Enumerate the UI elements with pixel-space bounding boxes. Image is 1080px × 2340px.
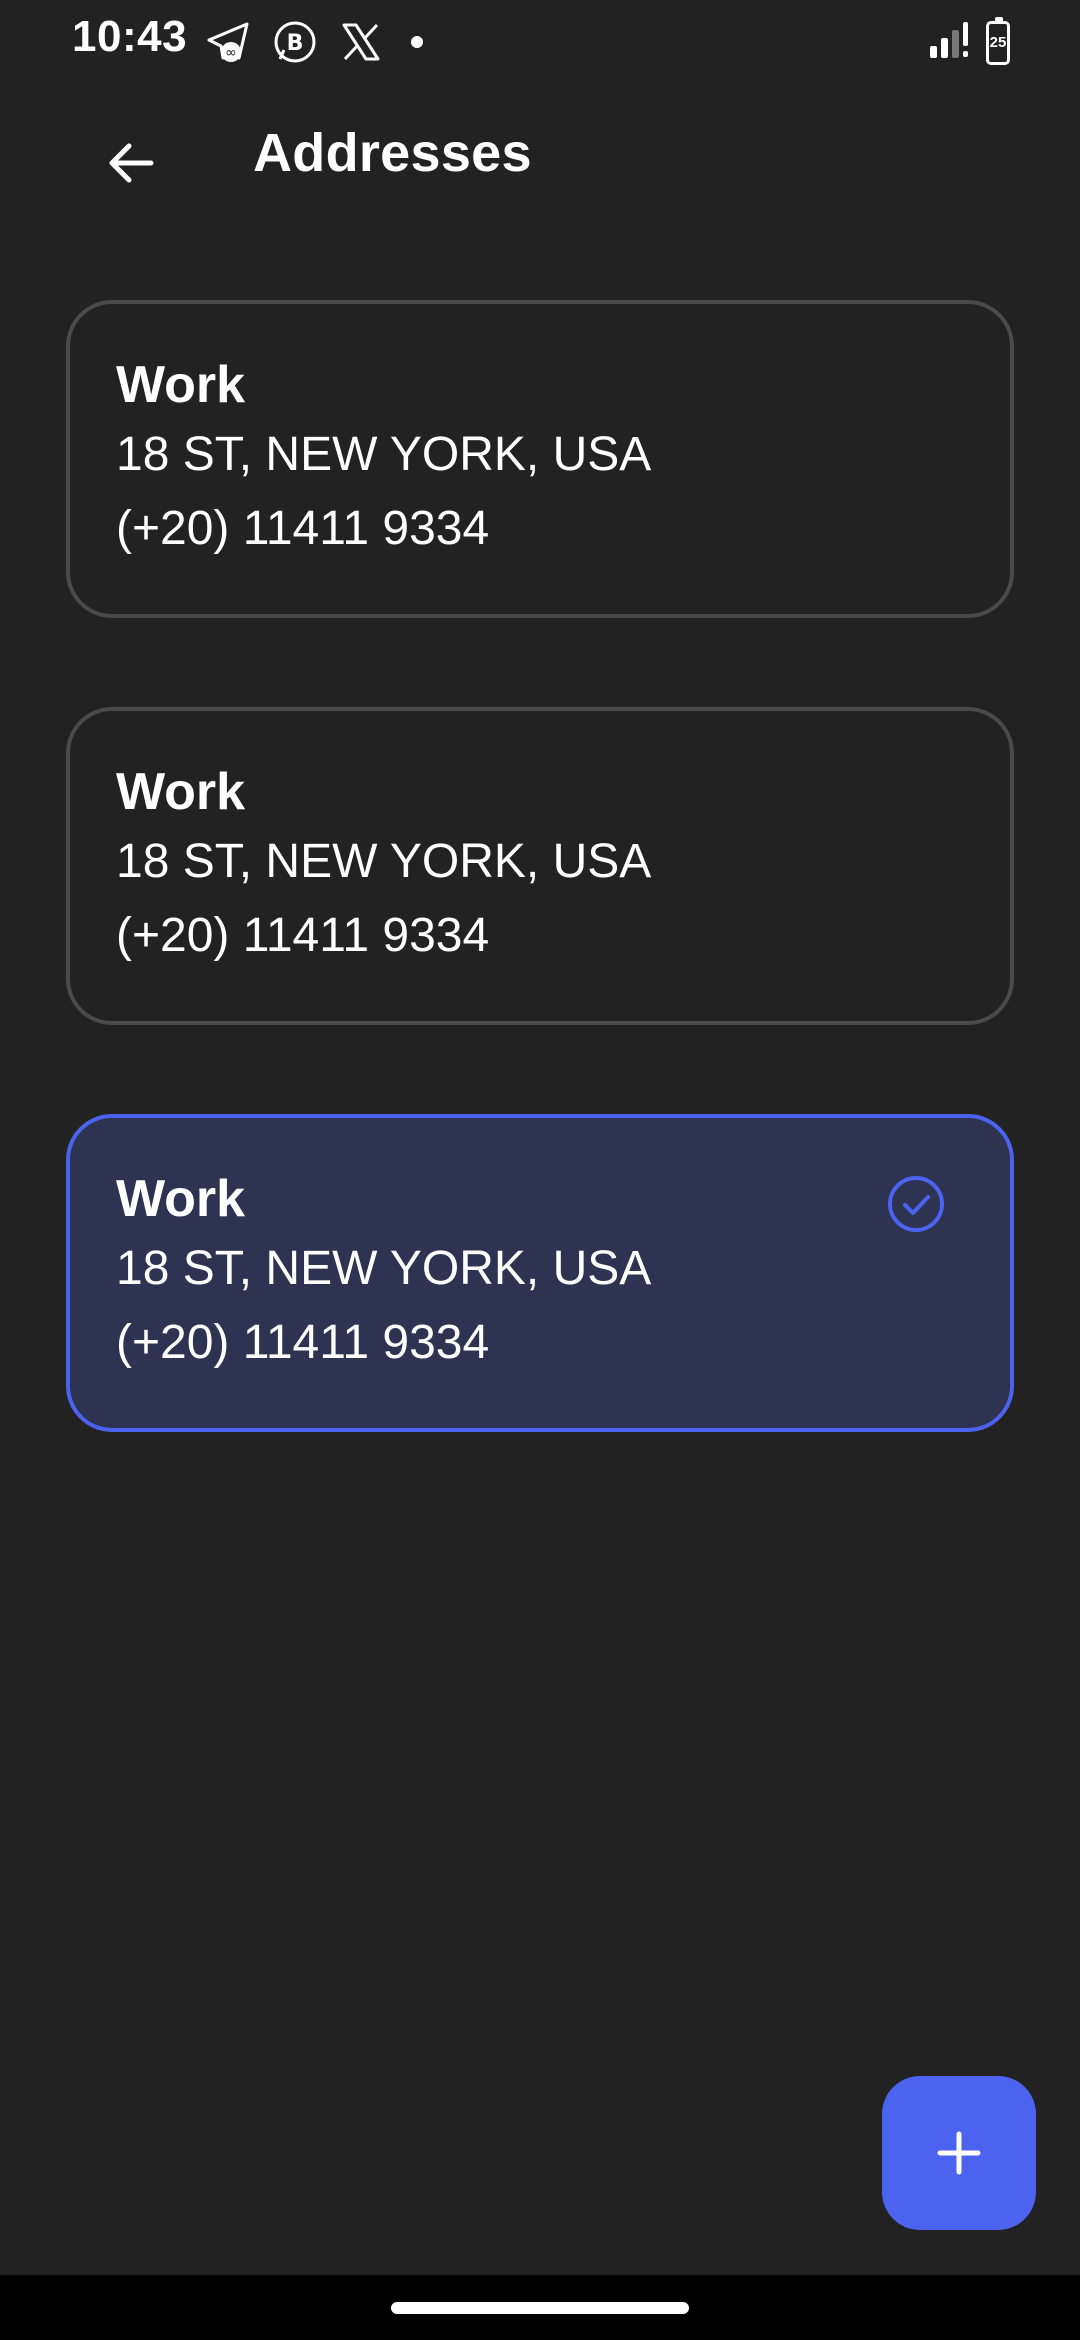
address-label: Work bbox=[116, 356, 246, 414]
status-bar: 10:43 ∞ B 25 bbox=[0, 0, 1080, 80]
home-indicator[interactable] bbox=[391, 2302, 689, 2314]
notification-icons: ∞ B bbox=[205, 18, 423, 66]
address-card[interactable]: Work 18 ST, NEW YORK, USA (+20) 11411 93… bbox=[66, 300, 1014, 618]
address-list: Work 18 ST, NEW YORK, USA (+20) 11411 93… bbox=[66, 300, 1014, 1521]
app-bar: Addresses bbox=[0, 110, 1080, 210]
address-label: Work bbox=[116, 763, 246, 821]
address-street: 18 ST, NEW YORK, USA bbox=[116, 1242, 652, 1295]
address-phone: (+20) 11411 9334 bbox=[116, 1316, 490, 1369]
dot-icon bbox=[411, 36, 423, 48]
address-street: 18 ST, NEW YORK, USA bbox=[116, 835, 652, 888]
arrow-left-icon bbox=[109, 143, 154, 183]
address-label: Work bbox=[116, 1170, 246, 1228]
address-phone: (+20) 11411 9334 bbox=[116, 502, 490, 555]
check-circle-icon bbox=[888, 1176, 944, 1232]
navigation-bar bbox=[0, 2275, 1080, 2340]
page-title: Addresses bbox=[253, 123, 532, 183]
whatsapp-business-icon: B bbox=[271, 18, 319, 66]
svg-text:B: B bbox=[287, 31, 304, 56]
address-phone: (+20) 11411 9334 bbox=[116, 909, 490, 962]
battery-icon: 25 bbox=[986, 16, 1010, 65]
signal-icon bbox=[928, 18, 972, 67]
back-button[interactable] bbox=[96, 128, 166, 198]
address-card[interactable]: Work 18 ST, NEW YORK, USA (+20) 11411 93… bbox=[66, 707, 1014, 1025]
x-icon bbox=[337, 18, 385, 66]
telegram-icon: ∞ bbox=[205, 18, 253, 66]
svg-text:∞: ∞ bbox=[225, 45, 237, 61]
address-street: 18 ST, NEW YORK, USA bbox=[116, 428, 652, 481]
add-address-button[interactable] bbox=[882, 2076, 1036, 2230]
address-card-selected[interactable]: Work 18 ST, NEW YORK, USA (+20) 11411 93… bbox=[66, 1114, 1014, 1432]
plus-icon bbox=[937, 2131, 981, 2175]
status-time: 10:43 bbox=[72, 12, 188, 61]
battery-level: 25 bbox=[989, 34, 1007, 51]
system-icons: 25 bbox=[928, 16, 1010, 67]
